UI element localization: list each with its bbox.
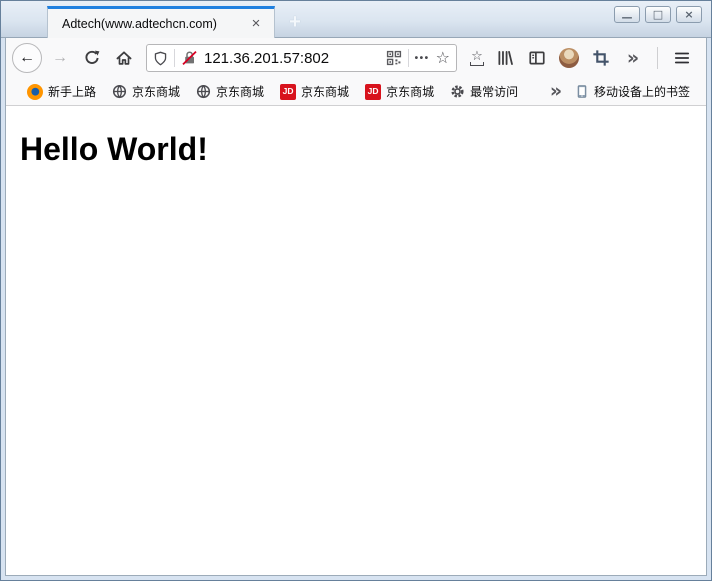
toolbar-overflow-button[interactable]: » <box>619 44 647 72</box>
jd-icon: JD <box>280 83 297 100</box>
toolbar-overflow-icon: » <box>626 46 640 69</box>
close-icon: × <box>684 8 694 21</box>
url-bar[interactable]: 121.36.201.57:802 ••• ☆ <box>146 44 457 72</box>
sidebar-icon <box>529 51 545 65</box>
bookmarks-menu-icon: ☆ <box>471 48 483 64</box>
bookmark-label: 京东商城 <box>216 85 265 99</box>
bookmark-item[interactable]: 新手上路 <box>22 81 101 102</box>
home-button[interactable] <box>110 44 138 72</box>
profile-avatar-icon <box>559 48 579 68</box>
bookmark-item[interactable]: 京东商城 <box>191 81 269 102</box>
bookmark-item[interactable]: 最常访问 <box>445 81 523 102</box>
bookmark-item[interactable]: 京东商城 <box>107 81 185 102</box>
new-tab-button[interactable]: + <box>279 9 311 37</box>
bookmark-item[interactable]: JD 京东商城 <box>360 81 439 102</box>
url-text[interactable]: 121.36.201.57:802 <box>204 50 380 67</box>
profile-avatar-button[interactable] <box>555 44 583 72</box>
crop-icon <box>593 50 609 66</box>
browser-window: Adtech(www.adtechcn.com) × + — □ × ← → 1… <box>0 0 712 581</box>
mobile-bookmarks-folder[interactable]: 移动设备上的书签 <box>571 81 694 102</box>
page-heading: Hello World! <box>20 131 208 167</box>
back-icon: ← <box>19 49 35 66</box>
mobile-bookmarks-label: 移动设备上的书签 <box>593 85 690 99</box>
menu-icon <box>674 52 690 64</box>
bookmark-label: 京东商城 <box>132 85 181 99</box>
tab-title: Adtech(www.adtechcn.com) <box>62 16 217 31</box>
toolbar-separator <box>657 47 658 69</box>
phone-icon <box>577 85 587 98</box>
forward-button[interactable]: → <box>46 44 74 72</box>
firefox-icon <box>27 83 43 100</box>
bookmarks-toolbar: 新手上路 京东商城 京东商城 JD 京东商城 JD 京东商城 最常访问 » 移动… <box>6 78 706 106</box>
reload-button[interactable] <box>78 44 106 72</box>
window-controls: — □ × <box>614 6 702 23</box>
back-button[interactable]: ← <box>12 43 42 73</box>
gear-icon <box>451 85 464 98</box>
insecure-lock-icon[interactable] <box>181 50 198 66</box>
bookmark-label: 京东商城 <box>386 85 435 99</box>
bookmark-label: 京东商城 <box>301 85 350 99</box>
sidebar-button[interactable] <box>523 44 551 72</box>
bookmarks-menu-button[interactable]: ☆ <box>467 44 487 72</box>
bookmarks-menu-tray-icon <box>470 61 484 66</box>
page-content: Hello World! <box>6 106 706 575</box>
tab-adtech[interactable]: Adtech(www.adtechcn.com) × <box>47 6 275 38</box>
bookmarks-overflow-icon: » <box>549 80 563 102</box>
library-icon <box>498 51 513 65</box>
menu-button[interactable] <box>668 44 696 72</box>
page-actions-icon[interactable]: ••• <box>415 53 430 64</box>
bookmark-item[interactable]: JD 京东商城 <box>275 81 354 102</box>
shield-icon[interactable] <box>153 51 168 66</box>
minimize-button[interactable]: — <box>614 6 640 23</box>
urlbar-separator <box>174 49 175 67</box>
jd-icon: JD <box>365 83 382 100</box>
bookmark-label: 新手上路 <box>48 85 97 99</box>
urlbar-separator <box>407 49 409 67</box>
titlebar[interactable]: Adtech(www.adtechcn.com) × + — □ × <box>1 1 711 38</box>
bookmark-items: 新手上路 京东商城 京东商城 JD 京东商城 JD 京东商城 最常访问 <box>22 81 523 102</box>
crop-button[interactable] <box>587 44 615 72</box>
maximize-icon: □ <box>652 8 664 21</box>
bookmark-star-icon[interactable]: ☆ <box>436 50 450 66</box>
reload-icon <box>85 50 100 64</box>
maximize-button[interactable]: □ <box>645 6 671 23</box>
bookmarks-overflow-button[interactable]: » <box>545 81 567 103</box>
globe-icon <box>196 84 211 99</box>
close-button[interactable]: × <box>676 6 702 23</box>
library-button[interactable] <box>491 44 519 72</box>
tab-close-icon[interactable]: × <box>246 16 266 31</box>
forward-icon: → <box>52 49 68 66</box>
minimize-icon: — <box>621 11 633 24</box>
navigation-toolbar: ← → 121.36.201.57:802 ••• ☆ ☆ » <box>6 38 706 78</box>
browser-body: ← → 121.36.201.57:802 ••• ☆ ☆ » 新手上路 京东商… <box>5 38 707 576</box>
bookmark-label: 最常访问 <box>470 85 519 99</box>
qr-code-icon[interactable] <box>386 50 402 66</box>
globe-icon <box>112 84 127 99</box>
home-icon <box>116 51 132 65</box>
